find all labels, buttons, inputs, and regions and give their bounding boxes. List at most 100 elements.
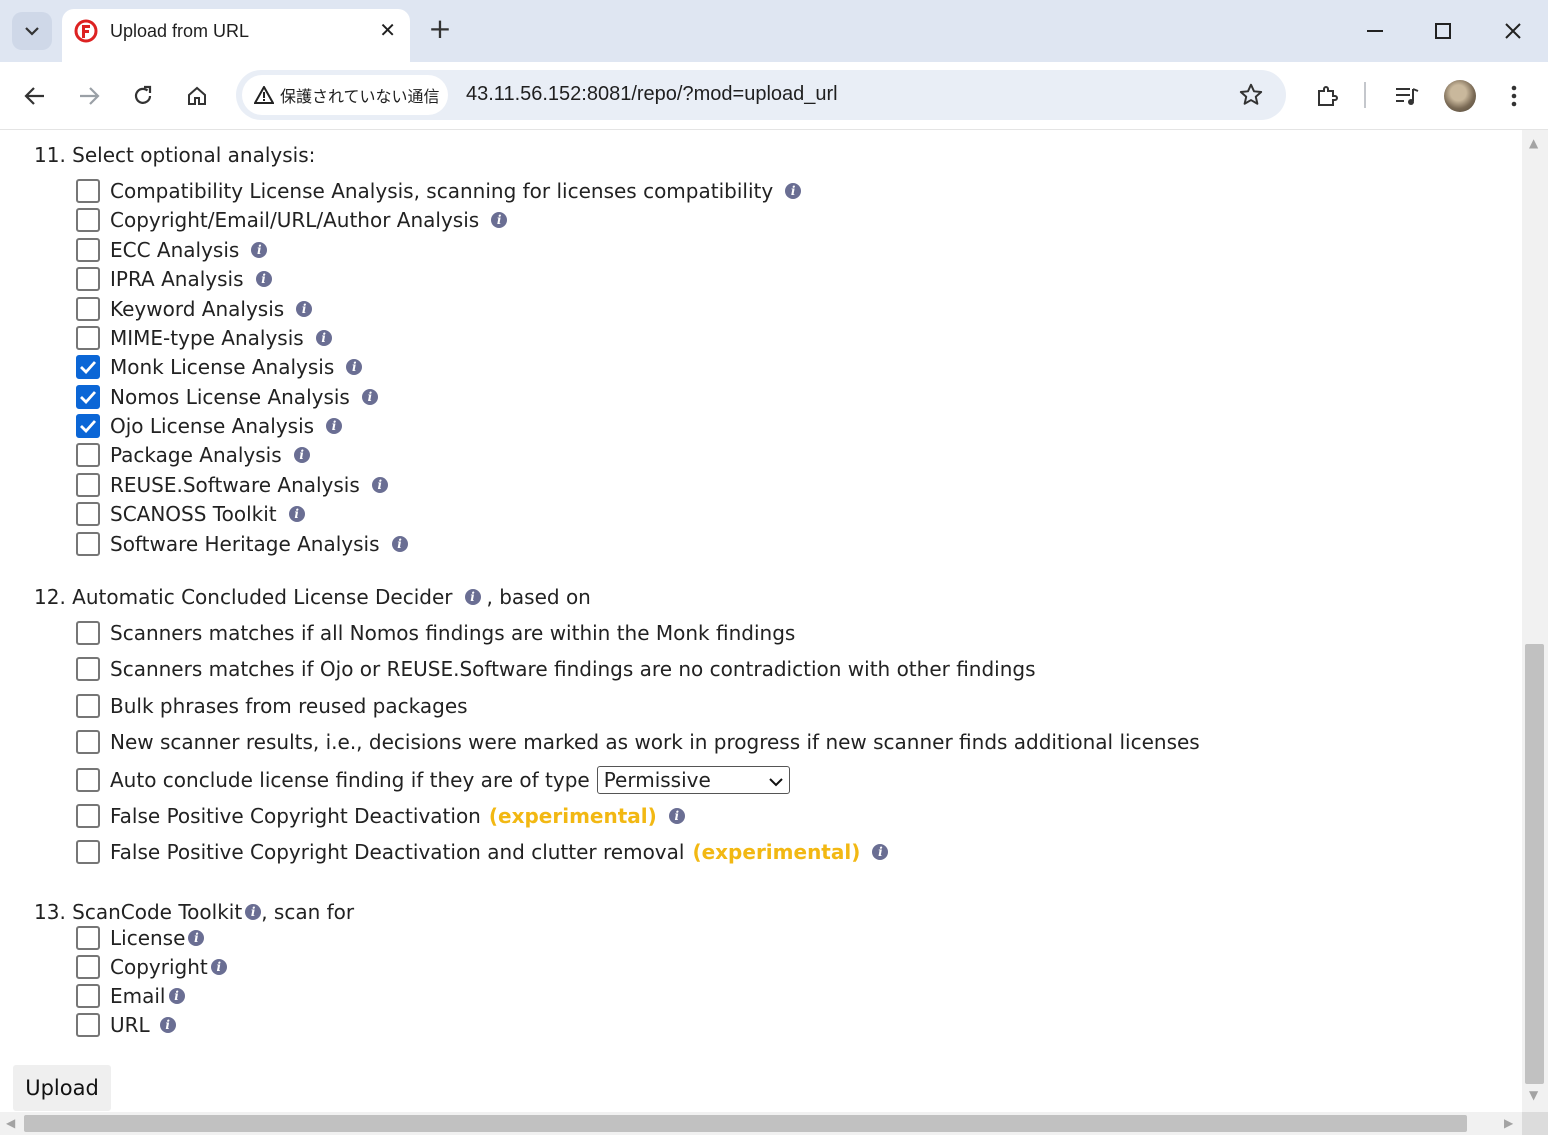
tab-search-button[interactable] <box>12 12 52 50</box>
checkbox[interactable] <box>76 238 100 262</box>
extensions-button[interactable] <box>1310 79 1344 113</box>
checkbox[interactable] <box>76 694 100 718</box>
scroll-left-arrow-icon[interactable]: ◀ <box>6 1116 15 1130</box>
info-icon[interactable]: i <box>785 183 802 199</box>
info-icon[interactable]: i <box>293 447 310 463</box>
menu-button[interactable] <box>1497 79 1531 113</box>
checkbox[interactable] <box>76 955 100 979</box>
option-row: Email i <box>76 983 185 1009</box>
option-row: Copyright/Email/URL/Author Analysis i <box>76 207 508 233</box>
info-icon[interactable]: i <box>872 844 889 860</box>
profile-avatar[interactable] <box>1444 80 1476 112</box>
checkbox[interactable] <box>76 840 100 864</box>
info-icon[interactable]: i <box>391 536 408 552</box>
back-button[interactable] <box>18 79 52 113</box>
checkbox[interactable] <box>76 657 100 681</box>
info-icon[interactable]: i <box>210 959 227 975</box>
info-icon[interactable]: i <box>245 904 262 920</box>
info-icon[interactable]: i <box>371 477 388 493</box>
info-icon[interactable]: i <box>315 330 332 346</box>
checkbox[interactable] <box>76 326 100 350</box>
info-icon[interactable]: i <box>168 988 185 1004</box>
maximize-button[interactable] <box>1420 12 1466 50</box>
info-icon[interactable]: i <box>668 808 685 824</box>
checkbox[interactable] <box>76 768 100 792</box>
scrollbar-corner <box>1522 1112 1548 1135</box>
checkbox[interactable] <box>76 730 100 754</box>
checkbox[interactable] <box>76 1013 100 1037</box>
info-icon[interactable]: i <box>255 271 272 287</box>
info-icon[interactable]: i <box>296 301 313 317</box>
scroll-up-arrow-icon[interactable]: ▲ <box>1529 136 1538 150</box>
checkbox[interactable] <box>76 297 100 321</box>
section-13-title-text: 13. ScanCode Toolkit <box>34 900 243 924</box>
checkbox[interactable] <box>76 502 100 526</box>
arrow-left-icon <box>24 87 44 105</box>
option-label: Ojo License Analysis <box>110 414 315 438</box>
checkbox[interactable] <box>76 385 100 409</box>
checkbox[interactable] <box>76 179 100 203</box>
horizontal-scroll-thumb[interactable] <box>24 1115 1467 1132</box>
option-row: Bulk phrases from reused packages <box>76 693 468 719</box>
option-row: Keyword Analysis i <box>76 296 313 322</box>
option-row: Scanners matches if all Nomos findings a… <box>76 620 795 646</box>
home-button[interactable] <box>180 79 214 113</box>
checkbox[interactable] <box>76 621 100 645</box>
checkbox[interactable] <box>76 414 100 438</box>
checkbox[interactable] <box>76 355 100 379</box>
page-content: 11. Select optional analysis: Compatibil… <box>0 130 1522 1112</box>
checkbox[interactable] <box>76 473 100 497</box>
option-row: Compatibility License Analysis, scanning… <box>76 178 802 204</box>
checkbox[interactable] <box>76 443 100 467</box>
checkbox[interactable] <box>76 926 100 950</box>
forward-button[interactable] <box>72 79 106 113</box>
checkbox[interactable] <box>76 208 100 232</box>
upload-button[interactable]: Upload <box>13 1065 111 1111</box>
warning-icon <box>254 86 274 104</box>
scroll-down-arrow-icon[interactable]: ▼ <box>1529 1088 1538 1102</box>
vertical-scrollbar[interactable]: ▲ ▼ <box>1522 130 1548 1112</box>
option-row: Ojo License Analysis i <box>76 413 343 439</box>
tab-active[interactable]: Upload from URL ✕ <box>62 9 410 62</box>
info-icon[interactable]: i <box>464 589 481 605</box>
option-row: License i <box>76 925 205 951</box>
scroll-right-arrow-icon[interactable]: ▶ <box>1504 1116 1513 1130</box>
checkmark-icon <box>80 420 97 433</box>
checkbox[interactable] <box>76 532 100 556</box>
option-label: New scanner results, i.e., decisions wer… <box>110 730 1200 754</box>
close-tab-icon[interactable]: ✕ <box>379 19 396 41</box>
info-icon[interactable]: i <box>491 212 508 228</box>
section-12-title: 12. Automatic Concluded License Decider … <box>34 585 591 609</box>
vertical-scroll-thumb[interactable] <box>1525 644 1544 1084</box>
info-icon[interactable]: i <box>326 418 343 434</box>
media-control-button[interactable] <box>1390 79 1424 113</box>
option-row: Software Heritage Analysis i <box>76 531 408 557</box>
checkbox[interactable] <box>76 984 100 1008</box>
option-label: ECC Analysis <box>110 238 240 262</box>
option-label: SCANOSS Toolkit <box>110 502 277 526</box>
option-label: Nomos License Analysis <box>110 385 350 409</box>
close-window-button[interactable] <box>1490 12 1536 50</box>
bookmark-star-icon[interactable] <box>1238 82 1264 108</box>
info-icon[interactable]: i <box>346 359 363 375</box>
address-bar[interactable]: 保護されていない通信 43.11.56.152:8081/repo/?mod=u… <box>236 70 1286 120</box>
info-icon[interactable]: i <box>288 506 305 522</box>
new-tab-button[interactable]: + <box>424 14 456 46</box>
chevron-down-icon <box>25 26 39 36</box>
info-icon[interactable]: i <box>251 242 268 258</box>
checkbox[interactable] <box>76 804 100 828</box>
info-icon[interactable]: i <box>159 1017 176 1033</box>
reload-button[interactable] <box>126 79 160 113</box>
checkbox[interactable] <box>76 267 100 291</box>
license-type-select[interactable]: Permissive <box>596 766 790 794</box>
option-label: False Positive Copyright Deactivation <box>110 804 481 828</box>
info-icon[interactable]: i <box>188 930 205 946</box>
url-text[interactable]: 43.11.56.152:8081/repo/?mod=upload_url <box>466 83 838 106</box>
security-indicator[interactable]: 保護されていない通信 <box>242 75 448 115</box>
horizontal-scrollbar[interactable]: ◀ ▶ <box>0 1112 1522 1135</box>
option-row: MIME-type Analysis i <box>76 325 332 351</box>
info-icon[interactable]: i <box>361 389 378 405</box>
minimize-button[interactable] <box>1352 12 1398 50</box>
minimize-icon <box>1367 30 1383 32</box>
checkmark-icon <box>80 391 97 404</box>
